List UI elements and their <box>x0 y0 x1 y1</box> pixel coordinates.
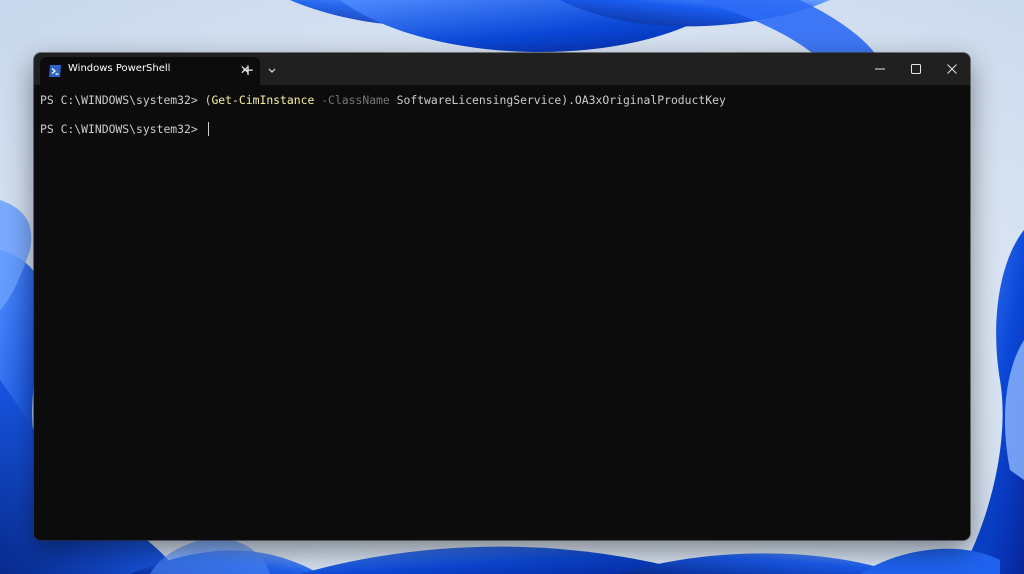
chevron-down-icon <box>268 68 276 73</box>
powershell-icon <box>49 65 61 77</box>
minimize-button[interactable] <box>862 53 898 85</box>
close-button[interactable] <box>934 53 970 85</box>
property-access: ).OA3xOriginalProductKey <box>561 93 726 107</box>
title-bar[interactable]: Windows PowerShell ✕ + <box>34 53 970 85</box>
cmdlet: Get-CimInstance <box>211 93 315 107</box>
prompt: PS C:\WINDOWS\system32> <box>40 93 205 107</box>
tab-dropdown-button[interactable] <box>262 60 282 80</box>
minimize-icon <box>875 68 885 70</box>
text-cursor <box>207 122 209 136</box>
terminal-window[interactable]: Windows PowerShell ✕ + PS C:\WINDOWS\sys… <box>34 53 970 540</box>
maximize-icon <box>911 64 921 74</box>
parameter: -ClassName <box>321 93 390 107</box>
desktop: Windows PowerShell ✕ + PS C:\WINDOWS\sys… <box>0 0 1024 574</box>
tab-title: Windows PowerShell <box>68 63 171 74</box>
close-icon <box>947 64 957 74</box>
maximize-button[interactable] <box>898 53 934 85</box>
active-prompt-line[interactable]: PS C:\WINDOWS\system32> <box>40 121 209 137</box>
prompt: PS C:\WINDOWS\system32> <box>40 122 205 136</box>
console-area[interactable]: PS C:\WINDOWS\system32> (Get-CimInstance… <box>34 85 970 540</box>
command-line: PS C:\WINDOWS\system32> (Get-CimInstance… <box>40 92 726 108</box>
argument: SoftwareLicensingService <box>396 93 562 107</box>
new-tab-button[interactable]: + <box>238 60 258 80</box>
tab-windows-powershell[interactable]: Windows PowerShell ✕ <box>40 57 260 85</box>
